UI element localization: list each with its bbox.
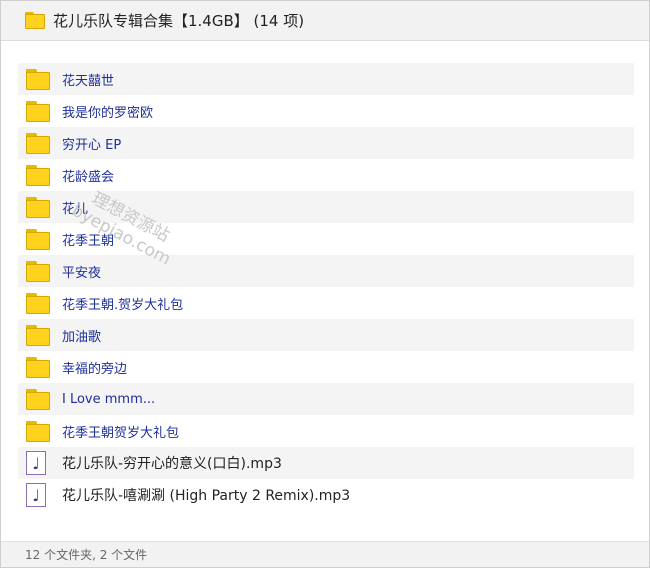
folder-icon <box>26 68 54 90</box>
list-item[interactable]: 花龄盛会 <box>18 159 634 191</box>
list-item[interactable]: 幸福的旁边 <box>18 351 634 383</box>
folder-icon <box>26 324 54 346</box>
list-item[interactable]: 花儿 <box>18 191 634 223</box>
folder-icon <box>26 388 54 410</box>
list-item[interactable]: 花季王朝贺岁大礼包 <box>18 415 634 447</box>
status-bar: 12 个文件夹, 2 个文件 <box>1 541 649 567</box>
item-label: 花季王朝.贺岁大礼包 <box>62 297 184 313</box>
item-label: I Love mmm... <box>62 391 156 407</box>
item-label: 花儿乐队-嘻涮涮 (High Party 2 Remix).mp3 <box>62 488 351 504</box>
list-item[interactable]: 平安夜 <box>18 255 634 287</box>
item-label: 花龄盛会 <box>62 169 115 185</box>
list-item[interactable]: 花季王朝 <box>18 223 634 255</box>
list-item[interactable]: 花季王朝.贺岁大礼包 <box>18 287 634 319</box>
audio-file-icon: ♩ <box>26 451 54 475</box>
item-label: 我是你的罗密欧 <box>62 105 154 121</box>
file-list: 花天囍世 我是你的罗密欧 穷开心 EP 花龄盛会 花儿 花季王朝 平安夜 花季王… <box>18 63 634 511</box>
item-label: 花季王朝贺岁大礼包 <box>62 425 180 441</box>
status-summary: 12 个文件夹, 2 个文件 <box>25 548 148 562</box>
folder-icon <box>26 292 54 314</box>
file-list-window: 花儿乐队专辑合集【1.4GB】 (14 项) 花天囍世 我是你的罗密欧 穷开心 … <box>0 0 650 568</box>
list-item[interactable]: 加油歌 <box>18 319 634 351</box>
item-label: 穷开心 EP <box>62 137 122 153</box>
list-item[interactable]: 我是你的罗密欧 <box>18 95 634 127</box>
page-title: 花儿乐队专辑合集【1.4GB】 (14 项) <box>53 12 305 30</box>
item-label: 加油歌 <box>62 329 102 345</box>
folder-icon <box>26 196 54 218</box>
audio-file-icon: ♩ <box>26 483 54 507</box>
item-label: 平安夜 <box>62 265 102 281</box>
list-item[interactable]: I Love mmm... <box>18 383 634 415</box>
window-header: 花儿乐队专辑合集【1.4GB】 (14 项) <box>1 1 649 41</box>
list-item[interactable]: 花天囍世 <box>18 63 634 95</box>
folder-icon <box>26 356 54 378</box>
folder-icon <box>26 132 54 154</box>
folder-icon <box>26 164 54 186</box>
list-item[interactable]: ♩ 花儿乐队-穷开心的意义(口白).mp3 <box>18 447 634 479</box>
folder-icon <box>26 260 54 282</box>
folder-icon <box>26 420 54 442</box>
item-label: 幸福的旁边 <box>62 361 128 377</box>
folder-icon <box>25 12 45 29</box>
folder-icon <box>26 100 54 122</box>
folder-icon <box>26 228 54 250</box>
item-label: 花季王朝 <box>62 233 115 249</box>
list-item[interactable]: ♩ 花儿乐队-嘻涮涮 (High Party 2 Remix).mp3 <box>18 479 634 511</box>
list-item[interactable]: 穷开心 EP <box>18 127 634 159</box>
item-label: 花儿 <box>62 201 89 217</box>
item-label: 花儿乐队-穷开心的意义(口白).mp3 <box>62 456 282 472</box>
item-label: 花天囍世 <box>62 73 115 89</box>
